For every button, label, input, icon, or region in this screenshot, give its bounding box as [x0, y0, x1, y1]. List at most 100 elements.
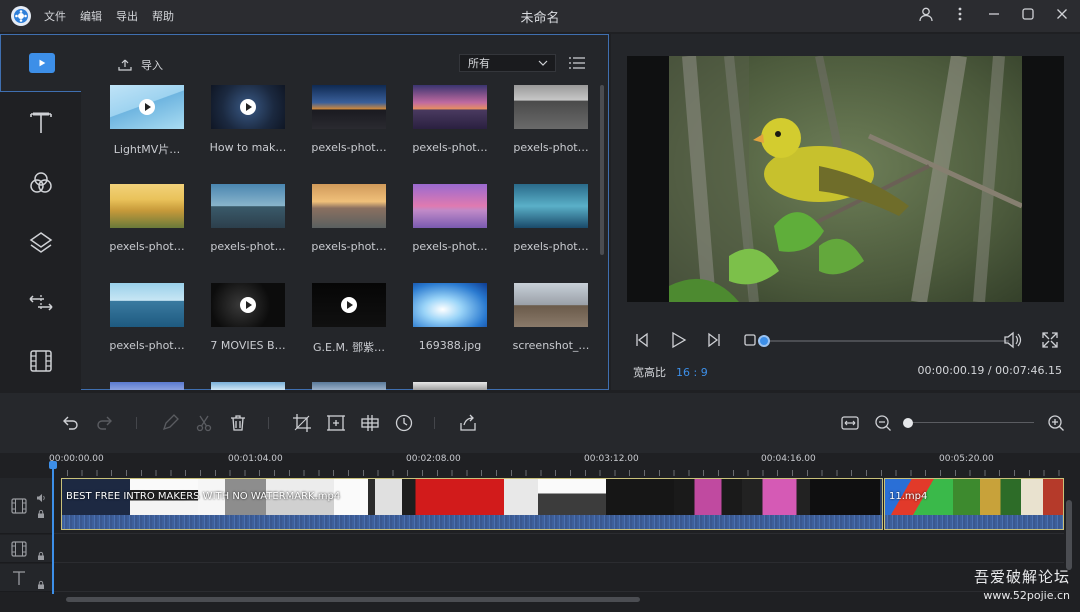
- timecode-readout: 00:00:00.19 / 00:07:46.15: [917, 364, 1063, 377]
- media-item[interactable]: screenshot_…: [513, 283, 589, 352]
- zoom-crop-button[interactable]: [326, 413, 346, 433]
- previous-frame-button[interactable]: [633, 331, 651, 349]
- fullscreen-button[interactable]: [1040, 330, 1060, 350]
- rail-item-filters[interactable]: [0, 154, 82, 212]
- bird-preview-image: [669, 56, 1022, 302]
- cut-button[interactable]: [194, 413, 214, 433]
- media-item[interactable]: pexels-phot…: [412, 85, 488, 154]
- fit-timeline-button[interactable]: [840, 413, 860, 433]
- ruler-label: 00:01:04.00: [228, 454, 283, 464]
- menu-help[interactable]: 帮助: [152, 8, 174, 24]
- media-item[interactable]: pexels-phot…: [311, 184, 387, 253]
- timeline-horizontal-scrollbar[interactable]: [52, 594, 1064, 604]
- seek-bar[interactable]: [759, 340, 1009, 342]
- duration-button[interactable]: [394, 413, 414, 433]
- media-item[interactable]: pexels-phot…: [513, 85, 589, 154]
- track-lock-icon[interactable]: [36, 509, 46, 519]
- import-button[interactable]: 导入: [117, 57, 163, 73]
- redo-button[interactable]: [95, 413, 115, 433]
- watermark-url: www.52pojie.cn: [983, 589, 1070, 602]
- play-button[interactable]: [669, 331, 687, 349]
- rail-item-transitions[interactable]: [0, 274, 82, 332]
- ruler-label: 00:00:00.00: [49, 454, 104, 464]
- media-filter-select[interactable]: 所有: [459, 54, 556, 72]
- seek-handle[interactable]: [758, 335, 770, 347]
- list-view-icon[interactable]: [568, 55, 586, 71]
- aspect-ratio-selector[interactable]: 宽高比 16 : 9: [633, 364, 708, 380]
- media-item-label: pexels-phot…: [412, 240, 488, 253]
- media-thumbnail: [514, 283, 588, 327]
- export-button[interactable]: [458, 413, 478, 433]
- crop-button[interactable]: [292, 413, 312, 433]
- track-lock-icon[interactable]: [36, 580, 46, 590]
- media-item[interactable]: LightMV片…: [110, 85, 184, 157]
- edit-button[interactable]: [160, 413, 180, 433]
- text-icon: [30, 112, 52, 133]
- media-item[interactable]: How to mak…: [210, 85, 286, 154]
- ruler-ticks: [52, 470, 1064, 476]
- layers-icon: [29, 232, 53, 253]
- rail-item-media[interactable]: [0, 34, 83, 92]
- media-item[interactable]: pexels-phot…: [412, 184, 488, 253]
- maximize-icon[interactable]: [1020, 6, 1036, 22]
- timeline-clip[interactable]: 11.mp4: [884, 478, 1064, 530]
- media-thumbnail: [110, 283, 184, 327]
- media-item[interactable]: [110, 382, 184, 390]
- track-lock-icon[interactable]: [36, 551, 46, 561]
- track-volume-icon[interactable]: [36, 493, 46, 503]
- timeline-zoom-slider[interactable]: [908, 422, 1034, 423]
- library-scrollbar[interactable]: [600, 85, 604, 255]
- media-item-label: screenshot_…: [512, 339, 590, 352]
- media-item[interactable]: [312, 382, 386, 390]
- timeline: 00:00:00.00 00:01:04.00 00:02:08.00 00:0…: [0, 453, 1080, 612]
- timeline-ruler[interactable]: 00:00:00.00 00:01:04.00 00:02:08.00 00:0…: [49, 453, 1064, 477]
- rail-item-elements[interactable]: [0, 332, 82, 390]
- mosaic-icon: [361, 415, 379, 431]
- timeline-zoom-handle[interactable]: [903, 418, 913, 428]
- media-item[interactable]: G.E.M. 鄧紫…: [312, 283, 386, 355]
- volume-button[interactable]: [1002, 330, 1022, 350]
- minimize-icon[interactable]: [986, 6, 1002, 22]
- text-track[interactable]: [52, 564, 1064, 592]
- close-icon[interactable]: [1054, 6, 1070, 22]
- account-icon[interactable]: [918, 6, 934, 22]
- media-item[interactable]: 169388.jpg: [413, 283, 487, 352]
- media-item[interactable]: pexels-phot…: [311, 85, 387, 154]
- media-item[interactable]: pexels-phot…: [513, 184, 589, 253]
- app-logo-icon[interactable]: [11, 6, 31, 26]
- menu-export[interactable]: 导出: [116, 8, 138, 24]
- film-icon: [11, 541, 27, 557]
- undo-button[interactable]: [60, 413, 80, 433]
- mosaic-button[interactable]: [360, 413, 380, 433]
- clip-filename: 11.mp4: [889, 491, 928, 502]
- media-item[interactable]: pexels-phot…: [109, 184, 185, 253]
- timeline-scroll-thumb[interactable]: [66, 597, 640, 602]
- delete-button[interactable]: [228, 413, 248, 433]
- menu-edit[interactable]: 编辑: [80, 8, 102, 24]
- rail-item-text[interactable]: [0, 94, 82, 152]
- zoom-in-button[interactable]: [1046, 413, 1066, 433]
- media-item[interactable]: pexels-phot…: [109, 283, 185, 352]
- timeline-clip[interactable]: BEST FREE INTRO MAKERS WITH NO WATERMARK…: [61, 478, 883, 530]
- timeline-playhead[interactable]: [49, 461, 57, 603]
- video-track-header: [0, 478, 52, 534]
- media-item[interactable]: pexels-phot…: [210, 184, 286, 253]
- stop-button[interactable]: [741, 331, 759, 349]
- preview-viewport[interactable]: [627, 56, 1064, 302]
- zoom-out-icon: [875, 415, 891, 431]
- menu-file[interactable]: 文件: [44, 8, 66, 24]
- zoom-out-button[interactable]: [873, 413, 893, 433]
- aspect-ratio-value[interactable]: 16 : 9: [676, 366, 708, 379]
- media-item[interactable]: [211, 382, 285, 390]
- media-item[interactable]: [413, 382, 487, 390]
- media-item[interactable]: 7 MOVIES B…: [210, 283, 286, 352]
- watermark: 吾爱破解论坛 www.52pojie.cn: [974, 566, 1070, 602]
- rail-item-overlays[interactable]: [0, 214, 82, 272]
- timeline-vertical-scrollbar[interactable]: [1066, 500, 1072, 570]
- play-icon: [240, 297, 256, 313]
- media-thumbnail: [413, 184, 487, 228]
- more-options-icon[interactable]: [952, 6, 968, 22]
- menu-bar: 文件 编辑 导出 帮助: [44, 8, 174, 24]
- overlay-track[interactable]: [52, 535, 1064, 563]
- next-frame-button[interactable]: [705, 331, 723, 349]
